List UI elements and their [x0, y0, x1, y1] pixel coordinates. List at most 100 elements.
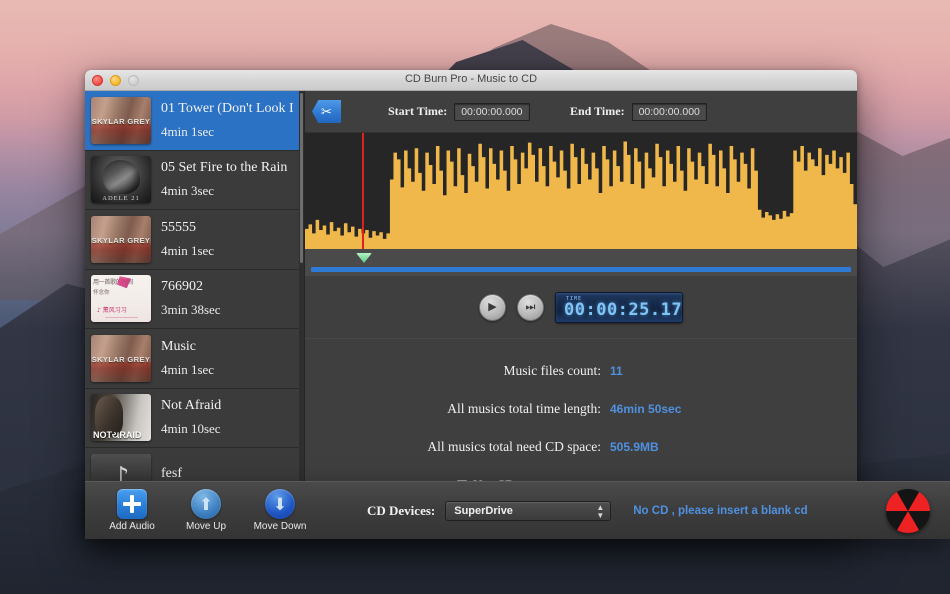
album-art-detail [117, 276, 131, 288]
track-list-item[interactable]: 怀念你 ——————— 766902 3min 38sec [85, 270, 304, 330]
end-time-label: End Time: [570, 104, 625, 119]
info-value: 11 [610, 364, 623, 378]
track-title: Not Afraid [161, 398, 298, 414]
move-up-button[interactable]: ⬆ Move Up [175, 489, 237, 532]
app-window: CD Burn Pro - Music to CD 01 Tower (Don'… [85, 70, 857, 535]
plus-icon [117, 489, 147, 519]
info-row: All musics total time length: 46min 50sec [305, 401, 857, 417]
album-art-thumbnail [91, 394, 151, 441]
lcd-time-value: 00:00:25.17 [564, 300, 677, 320]
track-list-item[interactable]: 55555 4min 1sec [85, 210, 304, 270]
end-time-input[interactable]: 00:00:00.000 [632, 103, 707, 121]
end-time-group: End Time: 00:00:00.000 [570, 103, 707, 121]
album-art-skylar [91, 335, 151, 382]
arrow-down-glyph: ⬇ [273, 496, 287, 513]
track-duration: 4min 1sec [161, 362, 298, 378]
window-body: 01 Tower (Don't Look I 4min 1sec 05 Set Fi… [85, 91, 857, 507]
album-art-thumbnail [91, 335, 151, 382]
transport-controls: ▶ ⏭ TIME 00:00:25.17 [305, 276, 857, 338]
cd-status-message: No CD , please insert a blank cd [633, 505, 807, 517]
scissors-glyph: ✂ [321, 105, 332, 118]
info-label: Music files count: [305, 363, 601, 379]
next-frame-icon[interactable]: ⏭ [517, 294, 544, 321]
waveform-display[interactable] [305, 132, 857, 250]
add-audio-label: Add Audio [109, 521, 155, 532]
desktop-background: CD Burn Pro - Music to CD 01 Tower (Don'… [0, 0, 950, 594]
album-art-detail: ——————— [105, 315, 138, 321]
info-row: Music files count: 11 [305, 363, 857, 379]
trim-toolbar: ✂ Start Time: 00:00:00.000 End Time: 00:… [305, 91, 857, 132]
info-row: All musics total need CD space: 505.9MB [305, 439, 857, 455]
track-duration: 4min 10sec [161, 421, 298, 437]
album-art-thumbnail [91, 156, 151, 203]
arrow-up-glyph: ⬆ [199, 496, 213, 513]
track-meta: 05 Set Fire to the Rain 4min 3sec [161, 160, 298, 199]
start-time-label: Start Time: [388, 104, 447, 119]
track-title: 766902 [161, 279, 298, 295]
track-list-item[interactable]: Music 4min 1sec [85, 329, 304, 389]
scrub-position-marker[interactable] [356, 253, 372, 263]
playhead-marker[interactable] [362, 133, 364, 249]
waveform-path [305, 141, 857, 249]
info-value: 505.9MB [610, 440, 659, 454]
album-art-skylar [91, 216, 151, 263]
waveform-graphic [305, 137, 857, 249]
bottom-toolbar: Add Audio ⬆ Move Up ⬇ Move Down CD Devic… [85, 481, 950, 539]
start-time-input[interactable]: 00:00:00.000 [454, 103, 529, 121]
move-down-button[interactable]: ⬇ Move Down [249, 489, 311, 532]
album-art-cnpop: 怀念你 ——————— [91, 275, 151, 322]
scrub-strip[interactable] [305, 250, 857, 276]
track-duration: 4min 1sec [161, 124, 298, 140]
move-up-label: Move Up [186, 521, 226, 532]
track-list-item[interactable]: Not Afraid 4min 10sec [85, 389, 304, 449]
scrollbar-thumb[interactable] [300, 93, 303, 263]
cd-devices-label: CD Devices: [367, 503, 435, 519]
next-frame-glyph: ⏭ [526, 302, 536, 313]
arrow-down-icon: ⬇ [265, 489, 295, 519]
add-audio-button[interactable]: Add Audio [101, 489, 163, 532]
track-title: fesf [161, 466, 298, 482]
info-label: All musics total time length: [305, 401, 601, 417]
info-label: All musics total need CD space: [305, 439, 601, 455]
track-duration: 4min 1sec [161, 243, 298, 259]
cd-device-select[interactable]: SuperDrive ▲▼ [445, 501, 611, 521]
track-title: Music [161, 339, 298, 355]
track-title: 01 Tower (Don't Look I [161, 101, 298, 117]
arrow-up-icon: ⬆ [191, 489, 221, 519]
start-time-group: Start Time: 00:00:00.000 [388, 103, 530, 121]
album-art-adele [91, 156, 151, 203]
track-list[interactable]: 01 Tower (Don't Look I 4min 1sec 05 Set Fi… [85, 91, 305, 507]
info-value: 46min 50sec [610, 402, 681, 416]
track-meta: 766902 3min 38sec [161, 279, 298, 318]
window-titlebar[interactable]: CD Burn Pro - Music to CD [85, 70, 857, 91]
track-duration: 3min 38sec [161, 302, 298, 318]
track-meta: 01 Tower (Don't Look I 4min 1sec [161, 101, 298, 140]
scissors-icon[interactable]: ✂ [312, 100, 341, 123]
play-icon[interactable]: ▶ [479, 294, 506, 321]
chevron-updown-icon: ▲▼ [596, 504, 604, 520]
track-list-item[interactable]: 01 Tower (Don't Look I 4min 1sec [85, 91, 304, 151]
album-art-detail: 怀念你 [93, 288, 110, 296]
album-art-thumbnail [91, 97, 151, 144]
move-down-label: Move Down [254, 521, 307, 532]
cd-device-value: SuperDrive [454, 505, 513, 517]
window-title: CD Burn Pro - Music to CD [85, 73, 857, 85]
album-art-thumbnail [91, 216, 151, 263]
track-list-scrollbar[interactable] [299, 91, 304, 507]
time-display: TIME 00:00:25.17 [555, 292, 683, 323]
track-title: 55555 [161, 220, 298, 236]
track-list-item[interactable]: 05 Set Fire to the Rain 4min 3sec [85, 151, 304, 211]
track-meta: Not Afraid 4min 10sec [161, 398, 298, 437]
track-title: 05 Set Fire to the Rain [161, 160, 298, 176]
track-meta: 55555 4min 1sec [161, 220, 298, 259]
play-glyph: ▶ [488, 302, 496, 313]
waveform-baseline [305, 248, 857, 249]
track-meta: Music 4min 1sec [161, 339, 298, 378]
album-art-skylar [91, 97, 151, 144]
scrub-progress-bar[interactable] [311, 267, 851, 272]
album-art-notafraid [91, 394, 151, 441]
track-duration: 4min 3sec [161, 183, 298, 199]
editor-pane: ✂ Start Time: 00:00:00.000 End Time: 00:… [305, 91, 857, 507]
burn-icon[interactable] [886, 489, 930, 533]
album-art-thumbnail: 怀念你 ——————— [91, 275, 151, 322]
